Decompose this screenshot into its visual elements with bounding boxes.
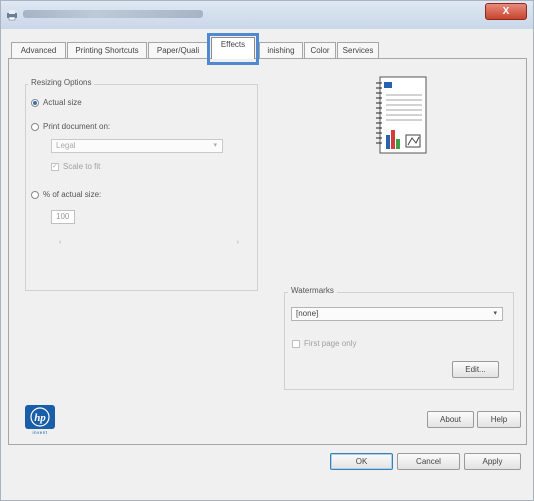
watermark-select[interactable]: [none] ▾: [291, 307, 503, 321]
watermarks-legend: Watermarks: [288, 286, 337, 295]
tab-finishing[interactable]: inishing: [259, 42, 303, 58]
scale-to-fit-label: Scale to fit: [63, 162, 101, 171]
document-preview-image: [376, 76, 427, 154]
tab-label: Color: [310, 46, 330, 55]
print-document-on-radio[interactable]: [31, 123, 39, 131]
percent-of-actual-size-label: % of actual size:: [43, 190, 102, 199]
resizing-options-legend: Resizing Options: [28, 78, 95, 87]
title-bar: X: [1, 1, 533, 29]
printer-app-icon: [7, 10, 17, 21]
paper-size-select[interactable]: Legal ▾: [51, 139, 223, 153]
scale-to-fit-checkbox[interactable]: ✓: [51, 163, 59, 171]
actual-size-label: Actual size: [43, 98, 82, 107]
print-document-on-label: Print document on:: [43, 122, 111, 131]
window-title: [23, 10, 203, 18]
help-button[interactable]: Help: [477, 411, 521, 428]
percent-slider[interactable]: ‹ ›: [51, 239, 241, 249]
hp-logo: hp invent: [25, 405, 55, 435]
chevron-down-icon: ▾: [493, 310, 497, 317]
tab-printing-shortcuts[interactable]: Printing Shortcuts: [67, 42, 147, 58]
tab-paper-quality[interactable]: Paper/Quali: [148, 42, 208, 58]
actual-size-radio[interactable]: [31, 99, 39, 107]
printer-properties-window: X Advanced Printing Shortcuts Paper/Qual…: [0, 0, 534, 501]
ok-button[interactable]: OK: [330, 453, 393, 470]
first-page-only-checkbox[interactable]: [292, 340, 300, 348]
close-button[interactable]: X: [485, 3, 527, 20]
tab-label: Advanced: [20, 46, 57, 55]
tab-label: Printing Shortcuts: [75, 46, 139, 55]
tab-advanced[interactable]: Advanced: [11, 42, 66, 58]
hp-logo-subtext: invent: [32, 430, 47, 435]
hp-logo-text: hp: [34, 412, 46, 424]
paper-size-value: Legal: [56, 141, 76, 150]
slider-left-arrow-icon: ‹: [59, 239, 62, 246]
tab-label: Services: [342, 46, 374, 55]
watermark-value: [none]: [296, 309, 319, 318]
slider-right-arrow-icon: ›: [236, 239, 239, 246]
tab-highlight-callout: [207, 33, 259, 65]
tab-label: Paper/Quali: [156, 46, 200, 55]
tab-services[interactable]: Services: [337, 42, 379, 58]
tab-color[interactable]: Color: [304, 42, 336, 58]
about-button[interactable]: About: [427, 411, 474, 428]
close-icon: X: [502, 6, 510, 17]
resizing-options-group: [25, 84, 258, 291]
first-page-only-label: First page only: [304, 339, 357, 348]
chevron-down-icon: ▾: [213, 142, 217, 149]
percent-of-actual-size-radio[interactable]: [31, 191, 39, 199]
tab-label: inishing: [267, 46, 295, 55]
apply-button[interactable]: Apply: [464, 453, 521, 470]
percent-input[interactable]: 100: [51, 210, 75, 224]
cancel-button[interactable]: Cancel: [397, 453, 460, 470]
edit-watermark-button[interactable]: Edit...: [452, 361, 499, 378]
